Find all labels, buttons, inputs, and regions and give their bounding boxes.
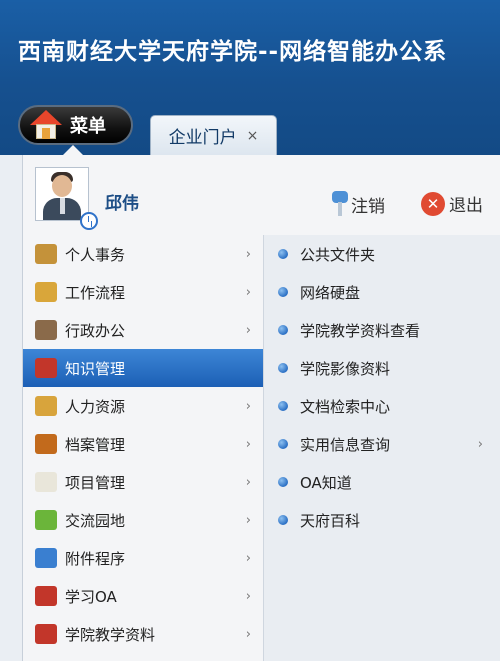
- submenu-item-label: OA知道: [300, 473, 352, 492]
- menu-item-label: 人力资源: [65, 397, 126, 416]
- tab-label: 企业门户: [168, 128, 237, 148]
- menu-item[interactable]: 交流园地 ›: [23, 501, 263, 539]
- menu-item[interactable]: 学院教学资料 ›: [23, 615, 263, 653]
- submenu-item-label: 学院教学资料查看: [300, 321, 421, 340]
- chevron-right-icon: ›: [245, 474, 251, 490]
- menu-item[interactable]: 工作流程 ›: [23, 273, 263, 311]
- menu-item[interactable]: 附件程序 ›: [23, 539, 263, 577]
- submenu-item[interactable]: 文档检索中心: [264, 387, 500, 425]
- menu-item[interactable]: 个人事务 ›: [23, 235, 263, 273]
- bullet-icon: [278, 249, 288, 259]
- left-edge: [0, 155, 22, 661]
- submenu-item[interactable]: OA知道: [264, 463, 500, 501]
- chevron-right-icon: ›: [245, 398, 251, 414]
- menu-item-label: 附件程序: [65, 549, 126, 568]
- user-bar: 邱伟 注销 ✕ 退出: [23, 155, 500, 230]
- chevron-right-icon: ›: [245, 550, 251, 566]
- menu-item[interactable]: 项目管理 ›: [23, 463, 263, 501]
- start-menu-label: 菜单: [70, 116, 106, 137]
- menu-item[interactable]: 档案管理 ›: [23, 425, 263, 463]
- bullet-icon: [278, 287, 288, 297]
- workflow-icon: [35, 282, 57, 302]
- bullet-icon: [278, 325, 288, 335]
- people-icon: [35, 244, 57, 264]
- book-icon: [35, 624, 57, 644]
- submenu-item[interactable]: 网络硬盘: [264, 273, 500, 311]
- menu-item-label: 个人事务: [65, 245, 126, 264]
- start-menu-button[interactable]: 菜单: [18, 105, 133, 145]
- gear-icon: [35, 548, 57, 568]
- main-menu-list: 个人事务 › 工作流程 › 行政办公 › 知识管理 人力资源 › 档案管理 › 项目管理 › 交流园地 › 附…: [23, 235, 274, 661]
- submenu-item[interactable]: 实用信息查询 ›: [264, 425, 500, 463]
- home-icon: [30, 110, 62, 140]
- bullet-icon: [278, 477, 288, 487]
- book-icon: [35, 586, 57, 606]
- exit-label: 退出: [449, 196, 483, 216]
- book-icon: [35, 358, 57, 378]
- username: 邱伟: [105, 194, 139, 214]
- close-icon[interactable]: ×: [247, 128, 259, 144]
- menu-item-label: 学习OA: [65, 587, 117, 606]
- submenu-item-label: 公共文件夹: [300, 245, 376, 264]
- submenu-item-label: 学院影像资料: [300, 359, 391, 378]
- menu-item-label: 项目管理: [65, 473, 126, 492]
- menu-item-label: 工作流程: [65, 283, 126, 302]
- chevron-right-icon: ›: [245, 626, 251, 642]
- submenu-item[interactable]: 天府百科: [264, 501, 500, 539]
- menu-item[interactable]: 学习OA ›: [23, 577, 263, 615]
- exit-button[interactable]: ✕ 退出: [421, 191, 483, 216]
- chat-icon: [35, 510, 57, 530]
- chart-doc-icon: [35, 472, 57, 492]
- logout-label: 注销: [351, 196, 385, 217]
- briefcase-icon: [35, 434, 57, 454]
- avatar[interactable]: [35, 167, 98, 230]
- menu-item-label: 交流园地: [65, 511, 126, 530]
- chevron-right-icon: ›: [245, 246, 251, 262]
- menu-item-label: 档案管理: [65, 435, 126, 454]
- submenu-item[interactable]: 公共文件夹: [264, 235, 500, 273]
- menu-item[interactable]: 人力资源 ›: [23, 387, 263, 425]
- menu-item[interactable]: 行政办公 ›: [23, 311, 263, 349]
- chevron-right-icon: ›: [245, 436, 251, 452]
- menu-item-label: 知识管理: [65, 359, 126, 378]
- bullet-icon: [278, 439, 288, 449]
- chevron-right-icon: ›: [245, 588, 251, 604]
- submenu-item-label: 网络硬盘: [300, 283, 361, 302]
- chevron-right-icon: ›: [477, 436, 483, 452]
- submenu-item[interactable]: 学院教学资料查看: [264, 311, 500, 349]
- key-icon: [331, 191, 349, 217]
- logout-button[interactable]: 注销: [331, 191, 385, 217]
- tab-enterprise-portal[interactable]: 企业门户 ×: [150, 115, 277, 155]
- chevron-right-icon: ›: [245, 512, 251, 528]
- bullet-icon: [278, 363, 288, 373]
- submenu-item-label: 实用信息查询: [300, 435, 391, 454]
- app-title: 西南财经大学天府学院--网络智能办公系: [18, 39, 448, 65]
- clock-icon: [80, 212, 98, 230]
- submenu-item-label: 文档检索中心: [300, 397, 391, 416]
- submenu-item-label: 天府百科: [300, 511, 361, 530]
- chevron-right-icon: ›: [245, 322, 251, 338]
- menu-item-label: 学院教学资料: [65, 625, 156, 644]
- bullet-icon: [278, 401, 288, 411]
- app-header: 西南财经大学天府学院--网络智能办公系 菜单 企业门户 ×: [0, 0, 500, 155]
- menu-item[interactable]: 知识管理: [23, 349, 274, 387]
- submenu-list: 公共文件夹网络硬盘学院教学资料查看 学院影像资料 文档检索中心 实用信息查询 › OA知道…: [264, 235, 500, 661]
- group-icon: [35, 320, 57, 340]
- menu-item-label: 行政办公: [65, 321, 126, 340]
- folder-person-icon: [35, 396, 57, 416]
- bullet-icon: [278, 515, 288, 525]
- chevron-right-icon: ›: [245, 284, 251, 300]
- exit-icon: ✕: [421, 191, 445, 216]
- submenu-item[interactable]: 学院影像资料: [264, 349, 500, 387]
- start-menu-panel: 邱伟 注销 ✕ 退出 个人事务 › 工作流程 › 行政办公 › 知识管理人力资源 › 档案管理 ›…: [22, 155, 500, 661]
